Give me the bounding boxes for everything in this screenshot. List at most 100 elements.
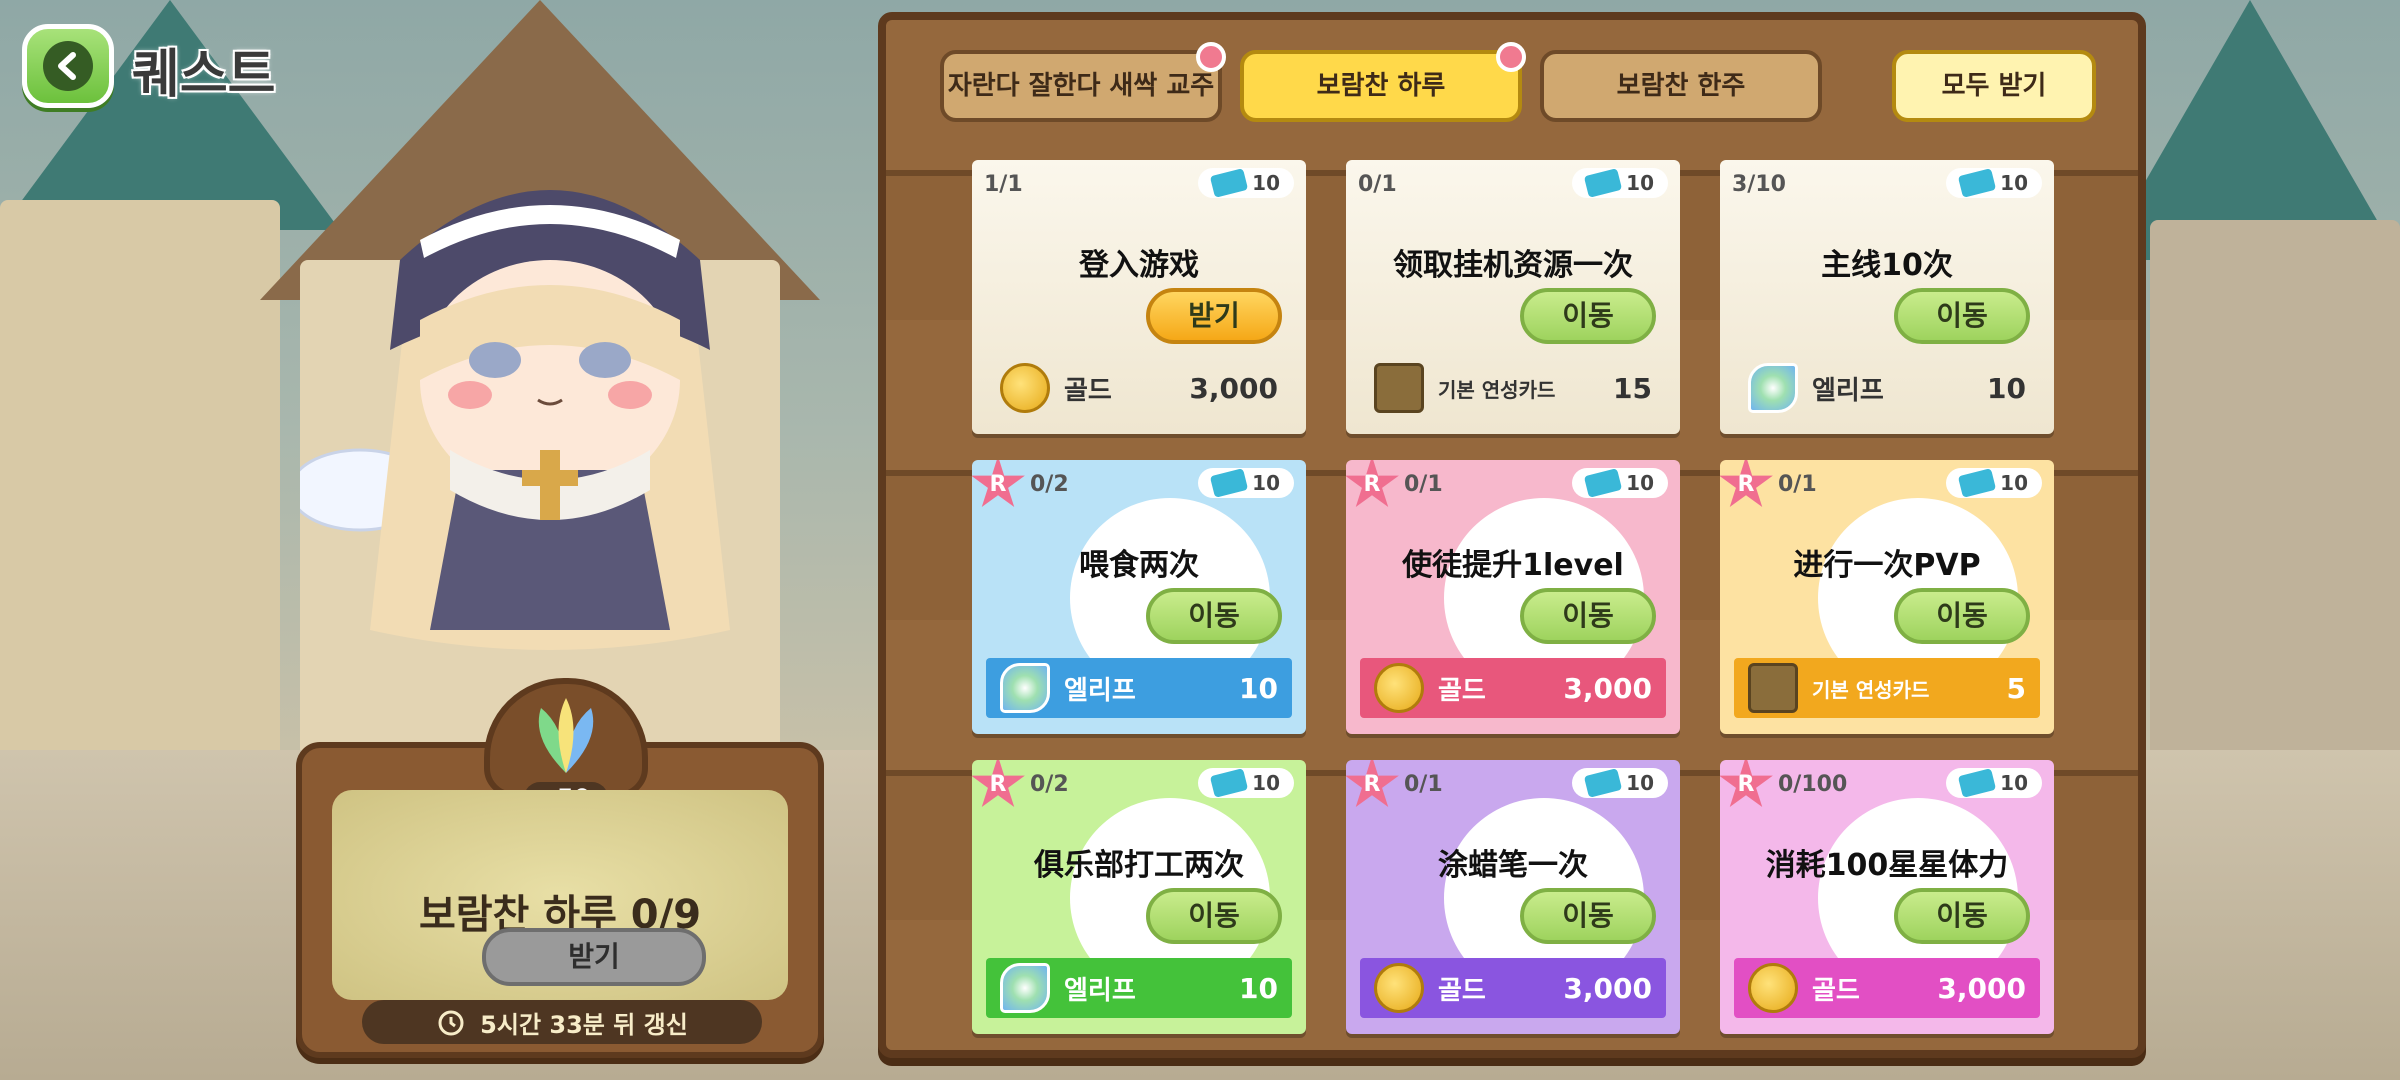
rank-r-badge: R — [1720, 760, 1773, 807]
gold-coin-icon — [1374, 663, 1424, 713]
ticket-amount: 10 — [1252, 171, 1280, 195]
quest-reward: 엘리프 10 — [986, 958, 1292, 1018]
reward-amount: 5 — [2006, 671, 2026, 705]
quest-reward: 골드 3,000 — [1360, 958, 1666, 1018]
quest-progress: 3/10 — [1732, 172, 1786, 197]
quest-progress: 1/1 — [984, 172, 1023, 197]
ticket-reward: 10 — [1572, 468, 1668, 498]
tab-sprout-leader[interactable]: 자란다 잘한다 새싹 교주 — [940, 42, 1226, 122]
quest-card: 1/1 10 登入游戏 받기 골드 3,000 — [972, 160, 1306, 434]
ticket-reward: 10 — [1572, 168, 1668, 198]
quest-title: 登入游戏 — [1079, 248, 1199, 283]
quest-go-button[interactable]: 이동 — [1894, 588, 2030, 644]
quest-go-button[interactable]: 이동 — [1520, 288, 1656, 344]
refresh-timer: 5시간 33분 뒤 갱신 — [362, 1000, 762, 1044]
quest-go-button[interactable]: 이동 — [1894, 288, 2030, 344]
quest-title: 进行一次PVP — [1793, 548, 1981, 583]
ticket-amount: 10 — [2000, 471, 2028, 495]
quest-progress: 0/2 — [1030, 772, 1069, 797]
card-icon — [1374, 363, 1424, 413]
reward-amount: 10 — [1239, 671, 1278, 705]
tab-weekly[interactable]: 보람찬 한주 — [1540, 50, 1822, 122]
tab-label: 보람찬 하루 — [1316, 71, 1446, 101]
quest-title: 俱乐部打工两次 — [1034, 848, 1244, 883]
ticket-icon — [1958, 768, 1997, 798]
ticket-amount: 10 — [2000, 771, 2028, 795]
reward-name: 골드 — [1438, 975, 1486, 1006]
reward-name: 기본 연성카드 — [1438, 377, 1556, 402]
ticket-icon — [1210, 768, 1249, 798]
reward-amount: 3,000 — [1937, 971, 2026, 1005]
ticket-amount: 10 — [2000, 171, 2028, 195]
quest-card: 0/1 10 领取挂机资源一次 이동 기본 연성카드 15 — [1346, 160, 1680, 434]
quest-claim-button[interactable]: 받기 — [1146, 288, 1282, 344]
gold-coin-icon — [1748, 963, 1798, 1013]
ticket-icon — [1958, 468, 1997, 498]
ticket-reward: 10 — [1946, 468, 2042, 498]
flower-icon — [1196, 42, 1226, 72]
quest-reward: 기본 연성카드 5 — [1734, 658, 2040, 718]
ticket-icon — [1210, 468, 1249, 498]
alarm-clock-icon — [438, 1010, 464, 1036]
gold-coin-icon — [1374, 963, 1424, 1013]
quest-card: R 0/100 10 消耗100星星体力 이동 골드 3,000 — [1720, 760, 2054, 1034]
quest-card: R 0/2 10 俱乐部打工两次 이동 엘리프 10 — [972, 760, 1306, 1034]
elif-leaf-icon — [1748, 363, 1798, 413]
quest-title: 涂蜡笔一次 — [1438, 848, 1588, 883]
reward-amount: 15 — [1613, 371, 1652, 405]
claim-all-button[interactable]: 모두 받기 — [1892, 50, 2096, 122]
quest-progress: 0/1 — [1404, 772, 1443, 797]
quest-card: 3/10 10 主线10次 이동 엘리프 10 — [1720, 160, 2054, 434]
quest-card: R 0/1 10 涂蜡笔一次 이동 골드 3,000 — [1346, 760, 1680, 1034]
reward-name: 골드 — [1064, 375, 1112, 406]
quest-board: 자란다 잘한다 새싹 교주 보람찬 하루 보람찬 한주 모두 받기 1/1 10… — [878, 12, 2146, 1058]
reward-amount: 3,000 — [1563, 671, 1652, 705]
reward-name: 기본 연성카드 — [1812, 677, 1930, 702]
reward-name: 엘리프 — [1812, 375, 1884, 406]
ticket-reward: 10 — [1946, 168, 2042, 198]
ticket-reward: 10 — [1572, 768, 1668, 798]
rank-r-badge: R — [1346, 760, 1399, 807]
ticket-icon — [1210, 168, 1249, 198]
quest-go-button[interactable]: 이동 — [1520, 588, 1656, 644]
nun-character-illustration — [300, 190, 730, 650]
quest-progress: 0/100 — [1778, 772, 1848, 797]
ticket-icon — [1584, 768, 1623, 798]
quest-card: R 0/1 10 使徒提升1level 이동 골드 3,000 — [1346, 460, 1680, 734]
gold-coin-icon — [1000, 363, 1050, 413]
quest-progress: 0/1 — [1358, 172, 1397, 197]
rank-r-badge: R — [972, 460, 1025, 507]
quest-title: 主线10次 — [1821, 248, 1953, 283]
reward-name: 골드 — [1812, 975, 1860, 1006]
ticket-icon — [1584, 168, 1623, 198]
tab-daily[interactable]: 보람찬 하루 — [1240, 42, 1526, 122]
ticket-icon — [1584, 468, 1623, 498]
ticket-reward: 10 — [1946, 768, 2042, 798]
quest-progress: 0/2 — [1030, 472, 1069, 497]
flower-icon — [1496, 42, 1526, 72]
ticket-amount: 10 — [1252, 471, 1280, 495]
quest-go-button[interactable]: 이동 — [1146, 588, 1282, 644]
back-button[interactable] — [22, 24, 114, 108]
quest-reward: 골드 3,000 — [986, 358, 1292, 418]
back-arrow-icon — [43, 41, 93, 91]
quest-reward: 골드 3,000 — [1734, 958, 2040, 1018]
ticket-icon — [1958, 168, 1997, 198]
reward-amount: 3,000 — [1563, 971, 1652, 1005]
reward-amount: 10 — [1239, 971, 1278, 1005]
quest-card: R 0/1 10 进行一次PVP 이동 기본 연성카드 5 — [1720, 460, 2054, 734]
ticket-reward: 10 — [1198, 168, 1294, 198]
quest-reward: 엘리프 10 — [986, 658, 1292, 718]
quest-reward: 기본 연성카드 15 — [1360, 358, 1666, 418]
quest-go-button[interactable]: 이동 — [1146, 888, 1282, 944]
quest-progress: 0/1 — [1404, 472, 1443, 497]
quest-card: R 0/2 10 喂食两次 이동 엘리프 10 — [972, 460, 1306, 734]
daily-claim-button[interactable]: 받기 — [482, 928, 706, 986]
page-title: 퀘스트 — [132, 45, 276, 105]
quest-reward: 엘리프 10 — [1734, 358, 2040, 418]
ticket-amount: 10 — [1626, 471, 1654, 495]
elif-leaf-icon — [1000, 963, 1050, 1013]
reward-name: 골드 — [1438, 675, 1486, 706]
quest-go-button[interactable]: 이동 — [1894, 888, 2030, 944]
quest-go-button[interactable]: 이동 — [1520, 888, 1656, 944]
